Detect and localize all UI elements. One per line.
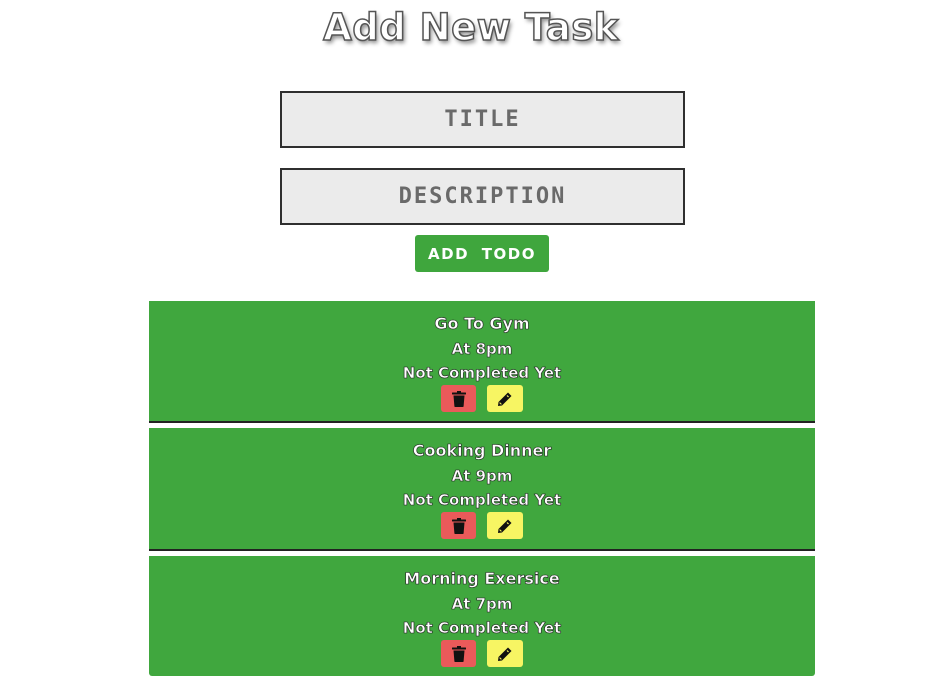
todo-status: Not Completed Yet: [402, 619, 562, 638]
pencil-icon: [498, 392, 512, 406]
pencil-icon: [498, 647, 512, 661]
todo-actions: [441, 640, 523, 667]
trash-icon: [451, 645, 466, 662]
todo-item: Go To Gym At 8pm Not Completed Yet: [149, 301, 815, 423]
todo-title: Morning Exersice: [404, 569, 560, 589]
trash-icon: [451, 517, 466, 534]
description-input[interactable]: [280, 168, 685, 225]
todo-time: At 9pm: [451, 467, 513, 486]
todo-status: Not Completed Yet: [402, 364, 562, 383]
todo-item: Morning Exersice At 7pm Not Completed Ye…: [149, 556, 815, 676]
edit-button[interactable]: [487, 512, 523, 539]
delete-button[interactable]: [441, 385, 476, 412]
todo-actions: [441, 512, 523, 539]
todo-item: Cooking Dinner At 9pm Not Completed Yet: [149, 428, 815, 551]
add-todo-button[interactable]: ADD TODO: [415, 235, 549, 272]
todo-time: At 7pm: [451, 595, 513, 614]
todo-title: Cooking Dinner: [412, 441, 552, 461]
edit-button[interactable]: [487, 385, 523, 412]
title-input[interactable]: [280, 91, 685, 148]
page-title: Add New Task: [322, 5, 619, 50]
delete-button[interactable]: [441, 640, 476, 667]
todo-actions: [441, 385, 523, 412]
pencil-icon: [498, 519, 512, 533]
trash-icon: [451, 390, 466, 407]
todo-time: At 8pm: [451, 340, 513, 359]
todo-title: Go To Gym: [434, 314, 530, 334]
todo-status: Not Completed Yet: [402, 491, 562, 510]
edit-button[interactable]: [487, 640, 523, 667]
todo-app: Add New Task ADD TODO Go To Gym At 8pm N…: [0, 0, 942, 699]
delete-button[interactable]: [441, 512, 476, 539]
